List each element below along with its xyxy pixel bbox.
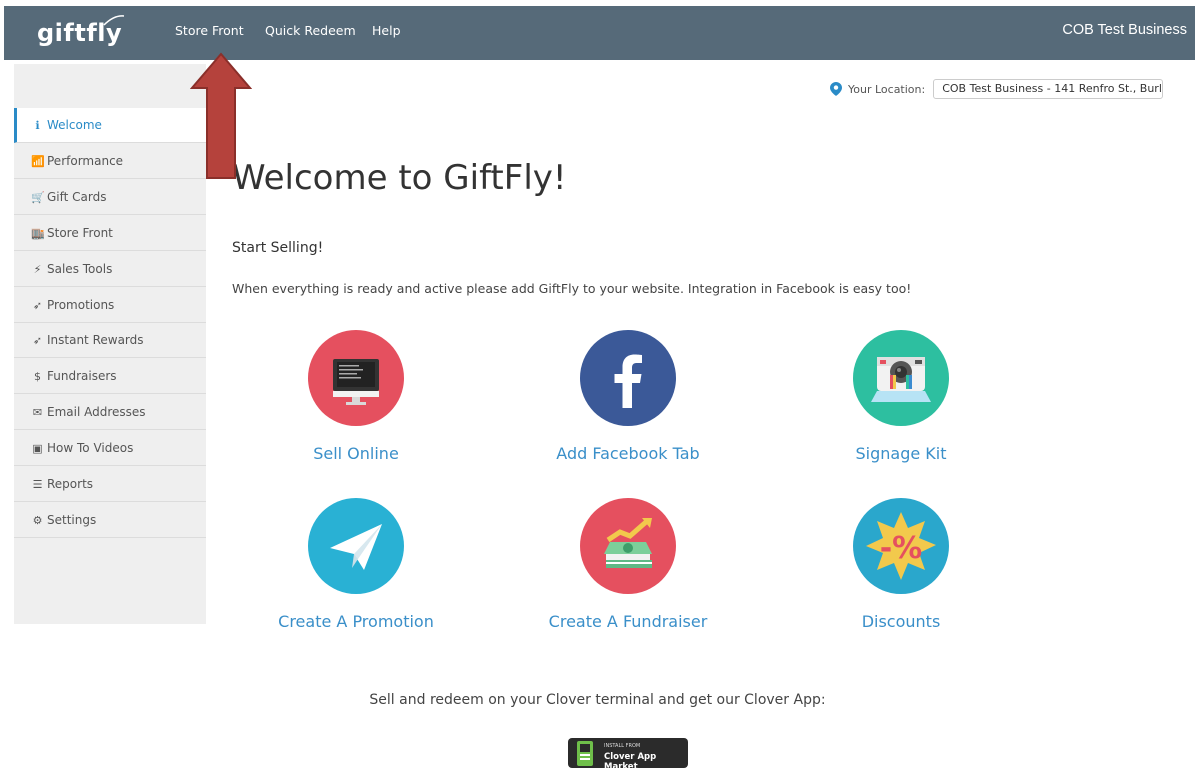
- store-icon: 🏬: [31, 226, 45, 240]
- sidebar-item-label: Gift Cards: [47, 190, 107, 204]
- create-promotion-tile[interactable]: Create A Promotion: [226, 498, 486, 631]
- section-heading: Start Selling!: [232, 240, 324, 256]
- percent-badge-icon: -%: [853, 498, 949, 594]
- sidebar-item-label: Fundraisers: [47, 369, 117, 383]
- sidebar-item-performance[interactable]: 📶 Performance: [14, 144, 206, 179]
- facebook-icon: [580, 330, 676, 426]
- paper-plane-icon: [308, 498, 404, 594]
- create-fundraiser-link[interactable]: Create A Fundraiser: [498, 612, 758, 631]
- monitor-icon: [308, 330, 404, 426]
- nav-quick-redeem[interactable]: Quick Redeem: [265, 23, 356, 38]
- gear-icon: ⚙: [32, 513, 43, 527]
- top-navbar: giftfly Store Front Quick Redeem Help CO…: [4, 6, 1195, 60]
- sidebar-item-label: Welcome: [47, 118, 102, 132]
- sidebar-item-settings[interactable]: ⚙ Settings: [14, 503, 206, 538]
- annotation-arrow-icon: [190, 52, 252, 179]
- sidebar-item-instant-rewards[interactable]: ➶ Instant Rewards: [14, 323, 206, 358]
- paper-plane-icon: ➶: [32, 333, 43, 347]
- create-fundraiser-tile[interactable]: Create A Fundraiser: [498, 498, 758, 631]
- envelope-icon: ✉: [32, 405, 43, 419]
- list-icon: ☰: [32, 477, 43, 491]
- intro-text: When everything is ready and active plea…: [232, 281, 912, 296]
- sell-online-tile[interactable]: Sell Online: [226, 330, 486, 463]
- add-facebook-tab-link[interactable]: Add Facebook Tab: [498, 444, 758, 463]
- map-pin-icon: [830, 82, 842, 96]
- sidebar: ℹ Welcome 📶 Performance 🛒 Gift Cards 🏬 Store Fr…: [14, 64, 206, 624]
- location-label: Your Location:: [848, 82, 926, 96]
- page-title: Welcome to GiftFly!: [232, 158, 567, 198]
- logo-swoosh-icon: [103, 15, 125, 26]
- add-facebook-tab-tile[interactable]: Add Facebook Tab: [498, 330, 758, 463]
- sidebar-item-store-front[interactable]: 🏬 Store Front: [14, 216, 206, 251]
- badge-install-text: INSTALL FROM: [604, 743, 641, 749]
- sidebar-item-label: Settings: [47, 513, 97, 527]
- sidebar-item-label: How To Videos: [47, 441, 134, 455]
- sidebar-item-welcome[interactable]: ℹ Welcome: [14, 108, 206, 143]
- info-circle-icon: ℹ: [35, 118, 40, 132]
- discounts-link[interactable]: Discounts: [771, 612, 1031, 631]
- location-selector: Your Location: COB Test Business - 141 R…: [830, 79, 1164, 99]
- location-dropdown[interactable]: COB Test Business - 141 Renfro St., Burl…: [933, 79, 1164, 99]
- video-icon: ▣: [32, 441, 43, 455]
- business-name-menu[interactable]: COB Test Business: [1062, 22, 1187, 38]
- badge-market-text: Clover App Market: [604, 752, 657, 772]
- bolt-icon: ⚡: [33, 262, 42, 276]
- create-promotion-link[interactable]: Create A Promotion: [226, 612, 486, 631]
- sidebar-item-label: Performance: [47, 154, 124, 168]
- paper-plane-icon: ➶: [32, 298, 43, 312]
- sell-online-link[interactable]: Sell Online: [226, 444, 486, 463]
- sidebar-item-how-to-videos[interactable]: ▣ How To Videos: [14, 431, 206, 466]
- clover-terminal-icon: [577, 741, 593, 766]
- sidebar-item-fundraisers[interactable]: $ Fundraisers: [14, 359, 206, 394]
- sidebar-item-sales-tools[interactable]: ⚡ Sales Tools: [14, 252, 206, 287]
- signage-kit-link[interactable]: Signage Kit: [771, 444, 1031, 463]
- signage-kit-tile[interactable]: Signage Kit: [771, 330, 1031, 463]
- money-stack-icon: [580, 498, 676, 594]
- sidebar-item-gift-cards[interactable]: 🛒 Gift Cards: [14, 180, 206, 215]
- clover-app-market-badge[interactable]: INSTALL FROM Clover App Market: [568, 738, 688, 772]
- sidebar-item-label: Email Addresses: [47, 405, 146, 419]
- sidebar-item-label: Instant Rewards: [47, 333, 144, 347]
- sidebar-item-label: Store Front: [47, 226, 113, 240]
- bar-chart-icon: 📶: [31, 154, 45, 168]
- clover-promo-text: Sell and redeem on your Clover terminal …: [369, 692, 826, 708]
- sidebar-item-email-addresses[interactable]: ✉ Email Addresses: [14, 395, 206, 430]
- sidebar-item-promotions[interactable]: ➶ Promotions: [14, 288, 206, 323]
- camera-icon: [853, 330, 949, 426]
- cart-icon: 🛒: [31, 190, 45, 204]
- sidebar-item-label: Sales Tools: [47, 262, 113, 276]
- sidebar-item-reports[interactable]: ☰ Reports: [14, 467, 206, 502]
- svg-text:-%: -%: [880, 531, 923, 566]
- nav-help[interactable]: Help: [372, 23, 401, 38]
- dollar-icon: $: [34, 369, 41, 383]
- nav-store-front[interactable]: Store Front: [175, 23, 244, 38]
- sidebar-item-label: Promotions: [47, 298, 115, 312]
- discounts-tile[interactable]: -% Discounts: [771, 498, 1031, 631]
- sidebar-item-label: Reports: [47, 477, 94, 491]
